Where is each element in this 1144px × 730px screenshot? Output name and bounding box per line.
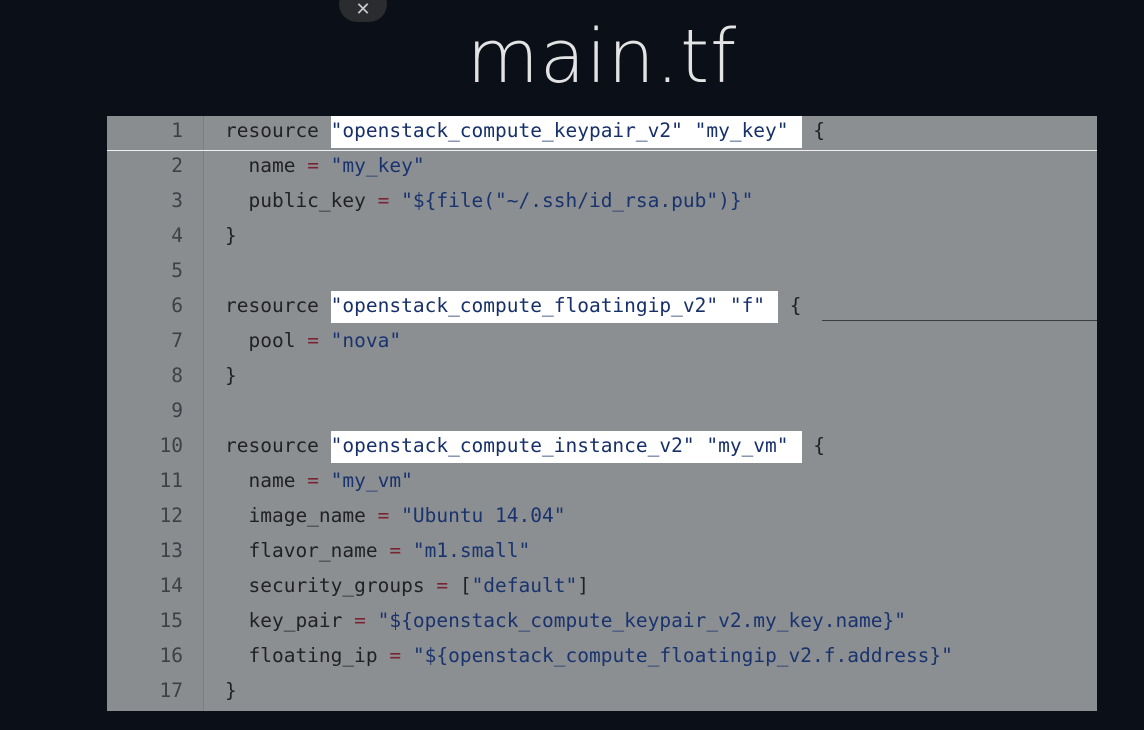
code-text: image_name = "Ubuntu 14.04" <box>225 498 565 533</box>
code-token: "m1.small" <box>401 539 531 562</box>
line-number: 10 <box>159 434 183 457</box>
highlight-underline-rule <box>107 150 1097 151</box>
code-token: = <box>377 189 390 212</box>
code-text: } <box>225 673 237 708</box>
code-token: { <box>778 294 802 317</box>
highlighted-resource-name: "openstack_compute_floatingip_v2" "f" <box>330 291 779 323</box>
code-token: = <box>389 539 402 562</box>
code-token: security_groups <box>225 574 437 597</box>
code-token: ] <box>577 574 589 597</box>
code-line: 2 name = "my_key" <box>107 148 1097 183</box>
code-token: key_pair <box>225 609 355 632</box>
code-token: } <box>225 364 237 387</box>
line-number: 15 <box>159 609 183 632</box>
code-text: security_groups = ["default"] <box>225 568 589 603</box>
code-token: [ <box>448 574 472 597</box>
line-number: 4 <box>171 224 183 247</box>
code-token: name <box>225 469 308 492</box>
line-number: 6 <box>171 294 183 317</box>
code-line: 13 flavor_name = "m1.small" <box>107 533 1097 568</box>
code-line: 1 resource "openstack_compute_keypair_v2"… <box>107 116 1097 148</box>
slide-title: main.tf <box>466 14 738 100</box>
code-token: "default" <box>471 574 578 597</box>
line-number: 17 <box>159 679 183 702</box>
line-number: 8 <box>171 364 183 387</box>
code-line: 17} <box>107 673 1097 708</box>
code-line: 11 name = "my_vm" <box>107 463 1097 498</box>
code-token: = <box>389 644 402 667</box>
code-token: name <box>225 154 308 177</box>
code-token: resource <box>225 294 331 317</box>
code-token: = <box>307 469 319 492</box>
code-token: flavor_name <box>225 539 390 562</box>
code-token: "${openstack_compute_floatingip_v2.f.add… <box>401 644 953 667</box>
highlighted-resource-name: "openstack_compute_keypair_v2" "my_key" <box>330 116 802 148</box>
line-number: 16 <box>159 644 183 667</box>
line-number: 12 <box>159 504 183 527</box>
code-line: 8} <box>107 358 1097 393</box>
code-line: 5 <box>107 253 1097 288</box>
code-token: pool <box>225 329 308 352</box>
line-number: 3 <box>171 189 183 212</box>
code-line: 3 public_key = "${file("~/.ssh/id_rsa.pu… <box>107 183 1097 218</box>
code-token: resource <box>225 119 331 142</box>
code-line: 12 image_name = "Ubuntu 14.04" <box>107 498 1097 533</box>
code-token: "nova" <box>318 329 402 352</box>
code-text: name = "my_key" <box>225 148 425 183</box>
code-text: resource "openstack_compute_instance_v2"… <box>225 428 825 463</box>
code-text: pool = "nova" <box>225 323 401 358</box>
code-line: 4} <box>107 218 1097 253</box>
code-text: flavor_name = "m1.small" <box>225 533 530 568</box>
code-token: public_key <box>225 189 378 212</box>
code-token: image_name <box>225 504 378 527</box>
line-number: 13 <box>159 539 183 562</box>
code-token: "${file("~/.ssh/id_rsa.pub")}" <box>389 189 754 212</box>
code-token: resource <box>225 434 331 457</box>
code-line: 10 resource "openstack_compute_instance_v… <box>107 428 1097 463</box>
code-line: 7 pool = "nova" <box>107 323 1097 358</box>
code-text: } <box>225 358 237 393</box>
code-text: floating_ip = "${openstack_compute_float… <box>225 638 953 673</box>
line-number: 1 <box>171 119 183 142</box>
code-text: resource "openstack_compute_floatingip_v… <box>225 288 802 323</box>
code-token: = <box>354 609 366 632</box>
line-number: 2 <box>171 154 183 177</box>
code-token: = <box>307 154 319 177</box>
code-editor: 1 resource "openstack_compute_keypair_v2"… <box>107 116 1097 711</box>
code-token: { <box>801 119 826 142</box>
code-token: "my_vm" <box>318 469 413 492</box>
code-text: resource "openstack_compute_keypair_v2" … <box>225 116 825 148</box>
code-token: "my_key" <box>318 154 425 177</box>
code-token: floating_ip <box>225 644 390 667</box>
code-token: = <box>307 329 319 352</box>
line-number: 11 <box>159 469 183 492</box>
highlighted-resource-name: "openstack_compute_instance_v2" "my_vm" <box>330 431 802 463</box>
code-text: } <box>225 218 237 253</box>
code-token: } <box>225 224 237 247</box>
line-number: 14 <box>159 574 183 597</box>
code-line: 15 key_pair = "${openstack_compute_keypa… <box>107 603 1097 638</box>
code-token: { <box>801 434 826 457</box>
code-line: 6 resource "openstack_compute_floatingip_… <box>107 288 1097 323</box>
code-line: 9 <box>107 393 1097 428</box>
code-text: public_key = "${file("~/.ssh/id_rsa.pub"… <box>225 183 753 218</box>
code-token: = <box>436 574 449 597</box>
highlight-underline-rule <box>822 320 1097 321</box>
code-line: 14 security_groups = ["default"] <box>107 568 1097 603</box>
code-text: key_pair = "${openstack_compute_keypair_… <box>225 603 906 638</box>
code-token: = <box>377 504 390 527</box>
code-token: "${openstack_compute_keypair_v2.my_key.n… <box>365 609 906 632</box>
code-line: 16 floating_ip = "${openstack_compute_fl… <box>107 638 1097 673</box>
code-text: name = "my_vm" <box>225 463 413 498</box>
line-number: 5 <box>171 259 183 282</box>
line-number: 9 <box>171 399 183 422</box>
code-token: "Ubuntu 14.04" <box>389 504 566 527</box>
line-number: 7 <box>171 329 183 352</box>
code-token: } <box>225 679 237 702</box>
